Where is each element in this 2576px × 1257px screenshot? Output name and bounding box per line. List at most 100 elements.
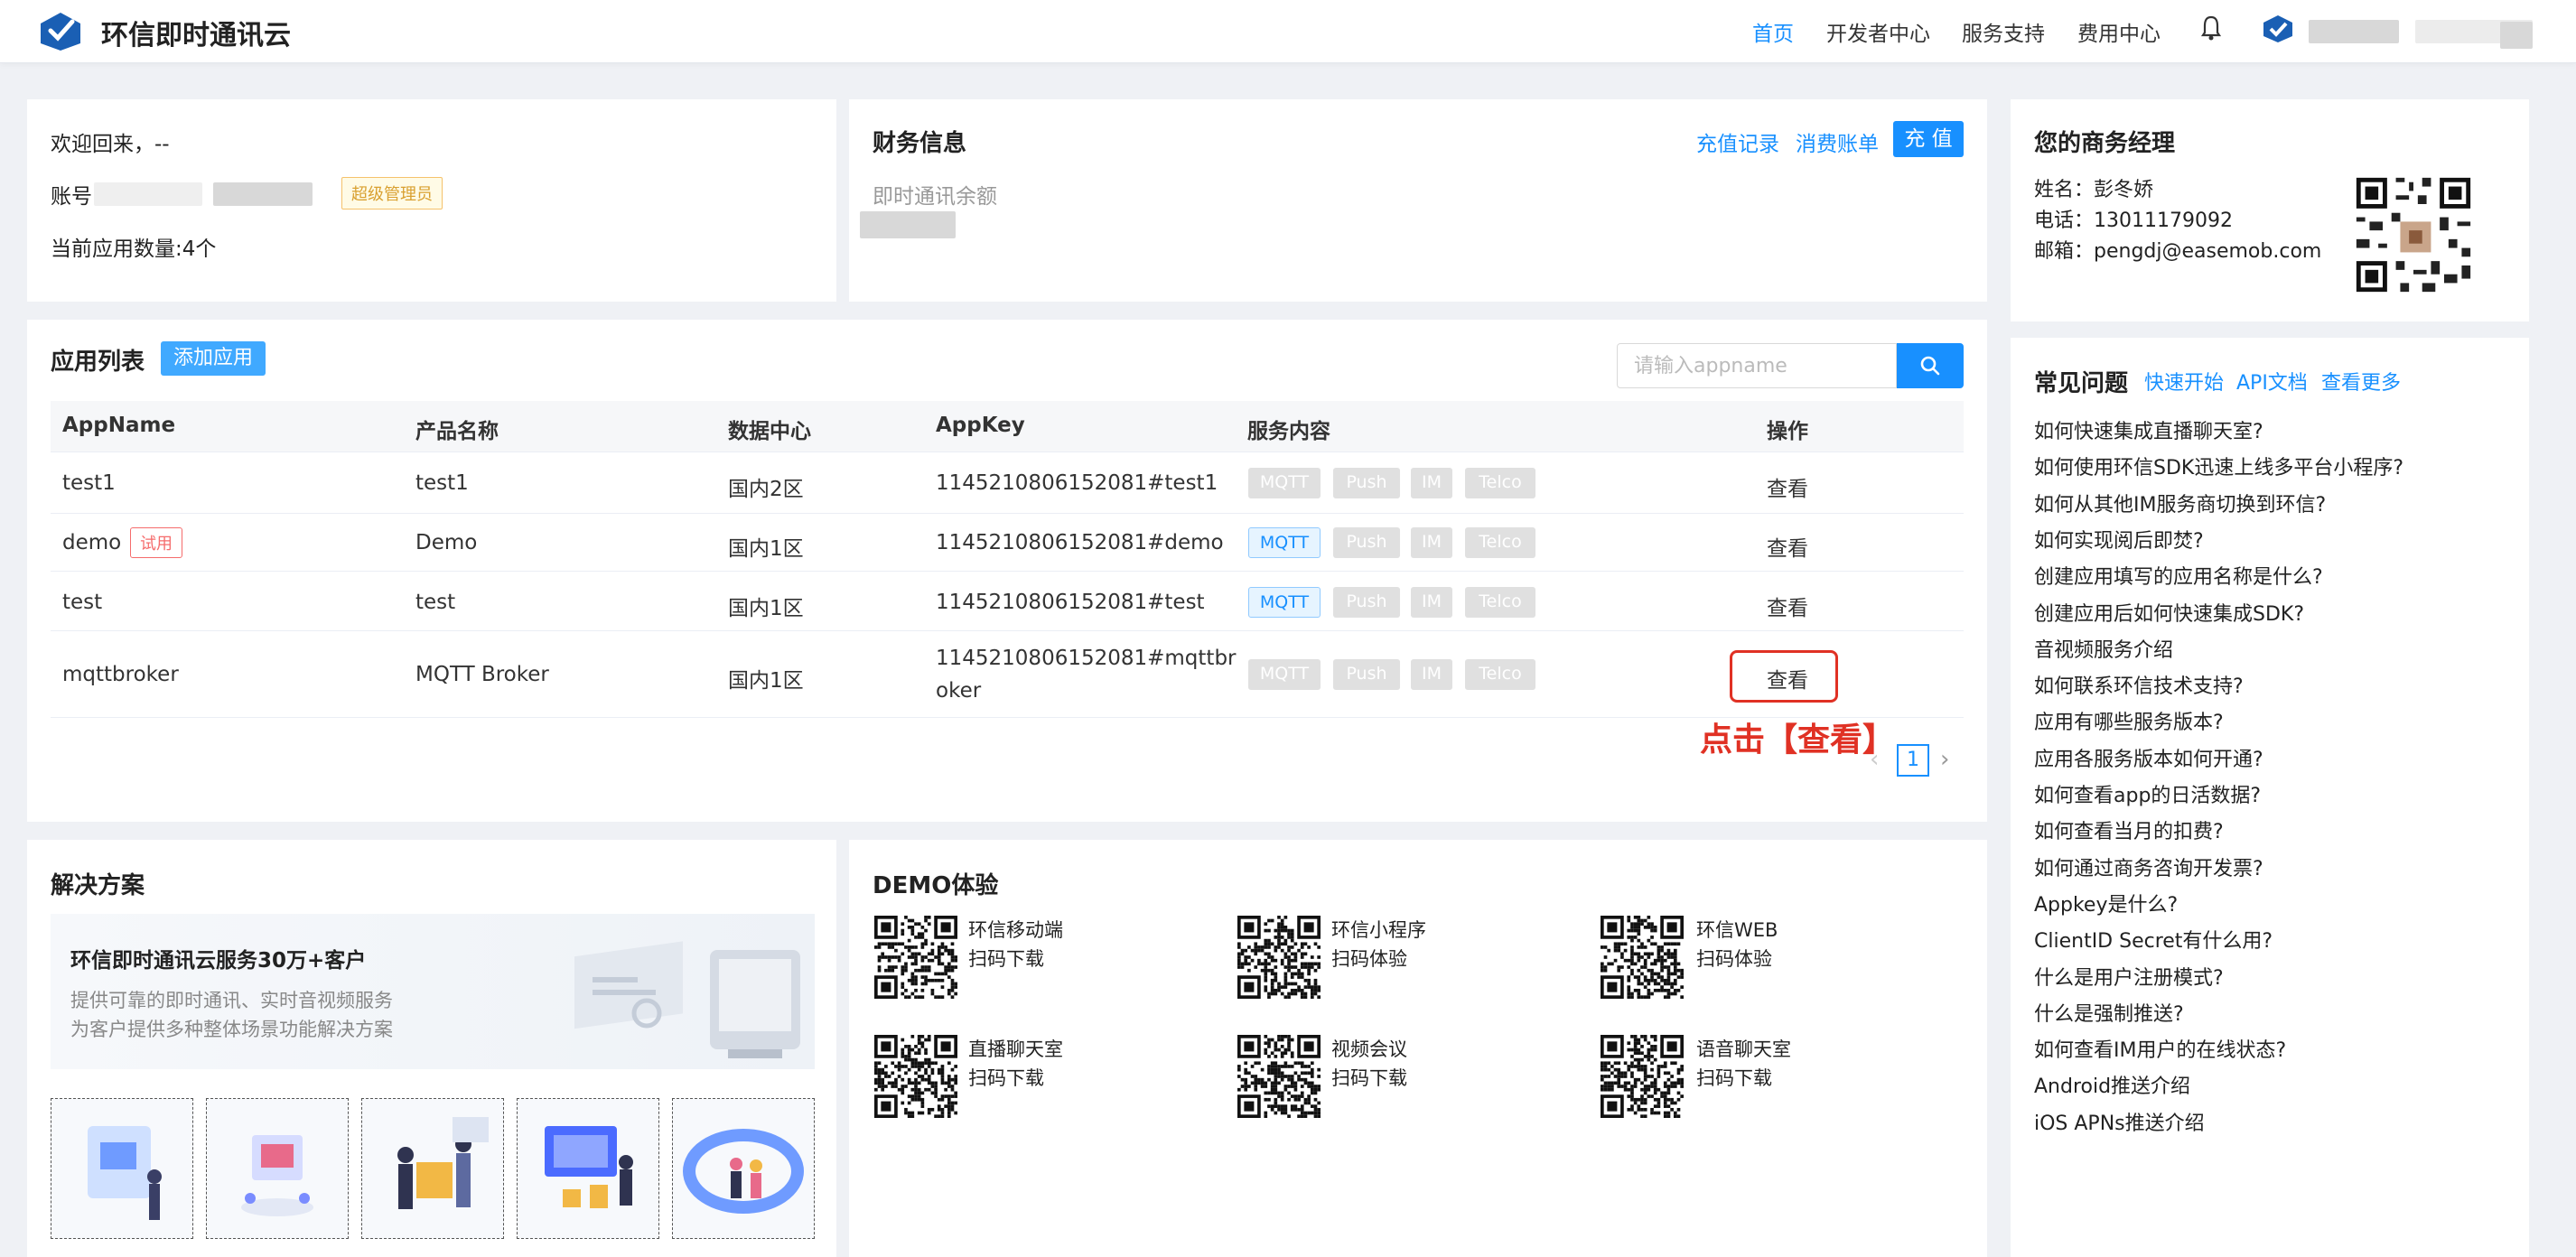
col-appkey: AppKey [936, 414, 1025, 437]
faq-question-link[interactable]: 如何查看IM用户的在线状态? [2034, 1034, 2286, 1063]
username-blurred [2309, 20, 2399, 43]
faq-question-link[interactable]: 如何实现阅后即焚? [2034, 525, 2204, 554]
faq-question-link[interactable]: 如何联系环信技术支持? [2034, 670, 2244, 699]
bell-icon[interactable] [2200, 14, 2222, 42]
nav-billing-center[interactable]: 费用中心 [2077, 16, 2161, 47]
row3-svc-telco: Telco [1465, 587, 1535, 618]
manager-qr-code-icon [2352, 173, 2475, 296]
search-button[interactable] [1897, 343, 1964, 388]
row1-svc-im: IM [1411, 468, 1452, 498]
appname-search-input[interactable] [1617, 343, 1897, 388]
view-highlight-box [1730, 650, 1838, 703]
row2-view-link[interactable]: 查看 [1767, 531, 1808, 562]
promo-line2: 为客户提供多种整体场景功能解决方案 [70, 1019, 393, 1040]
demo-qr-code-icon [1601, 916, 1684, 999]
pager-next-icon[interactable]: › [1940, 746, 1949, 773]
search-icon [1920, 356, 1940, 376]
faq-quick-start-link[interactable]: 快速开始 [2144, 367, 2224, 396]
faq-question-link[interactable]: 创建应用后如何快速集成SDK? [2034, 598, 2304, 627]
demo-item-action: 扫码体验 [1331, 948, 1407, 970]
row4-svc-push: Push [1333, 659, 1400, 690]
row3-appkey: 1145210806152081#test [936, 591, 1205, 614]
solution-thumb-3[interactable] [361, 1098, 504, 1239]
col-appname: AppName [62, 414, 176, 437]
faq-api-docs-link[interactable]: API文档 [2236, 367, 2308, 396]
solution-thumb-2[interactable] [206, 1098, 349, 1239]
row4-appkey-line2: oker [936, 679, 982, 703]
demo-qr-code-icon [1237, 916, 1321, 999]
trial-tag: 试用 [130, 527, 182, 558]
demo-qr-code-icon [1601, 1035, 1684, 1118]
faq-question-link[interactable]: 如何通过商务咨询开发票? [2034, 852, 2263, 881]
faq-title: 常见问题 [2034, 370, 2129, 397]
faq-more-link[interactable]: 查看更多 [2321, 367, 2401, 396]
faq-question-link[interactable]: 如何从其他IM服务商切换到环信? [2034, 489, 2326, 517]
bills-link[interactable]: 消费账单 [1796, 126, 1879, 157]
nav-service-support[interactable]: 服务支持 [1962, 16, 2045, 47]
finance-title: 财务信息 [873, 130, 967, 157]
col-actions: 操作 [1767, 420, 1808, 443]
nav-developer-center[interactable]: 开发者中心 [1826, 16, 1930, 47]
row3-view-link[interactable]: 查看 [1767, 591, 1808, 621]
demo-item-name: 语音聊天室 [1696, 1038, 1791, 1060]
solution-thumb-4[interactable] [517, 1098, 659, 1239]
manager-email: 邮箱：pengdj@easemob.com [2034, 240, 2322, 263]
solution-illustration-icon [545, 1126, 633, 1208]
dropdown-blurred [2500, 22, 2533, 49]
faq-question-link[interactable]: Android推送介绍 [2034, 1070, 2190, 1099]
faq-question-link[interactable]: 如何查看当月的扣费? [2034, 815, 2224, 844]
pager-page-1[interactable]: 1 [1897, 744, 1929, 777]
row3-svc-mqtt: MQTT [1248, 587, 1321, 618]
add-app-button[interactable]: 添加应用 [161, 341, 266, 376]
promo-line1: 提供可靠的即时通讯、实时音视频服务 [70, 990, 393, 1011]
demo-item-name: 视频会议 [1331, 1038, 1407, 1060]
row2-svc-im: IM [1411, 527, 1452, 558]
col-product-name: 产品名称 [415, 420, 499, 443]
nav-home[interactable]: 首页 [1752, 16, 1794, 47]
faq-question-link[interactable]: Appkey是什么? [2034, 889, 2178, 917]
balance-label: 即时通讯余额 [873, 185, 997, 209]
demo-qr-code-icon [1237, 1035, 1321, 1118]
faq-question-link[interactable]: 如何使用环信SDK迅速上线多平台小程序? [2034, 452, 2403, 480]
solution-illustration-icon [397, 1117, 489, 1209]
recharge-record-link[interactable]: 充值记录 [1696, 126, 1779, 157]
faq-question-link[interactable]: 音视频服务介绍 [2034, 634, 2173, 663]
col-services: 服务内容 [1247, 420, 1330, 443]
pager-prev-icon[interactable]: ‹ [1870, 746, 1879, 773]
faq-question-link[interactable]: 应用有哪些服务版本? [2034, 706, 2224, 735]
balance-blurred [860, 211, 956, 238]
super-admin-tag: 超级管理员 [341, 177, 443, 210]
row2-dc: 国内1区 [728, 537, 804, 561]
demo-qr-code-icon [874, 1035, 957, 1118]
solution-thumb-1[interactable] [51, 1098, 193, 1239]
row2-appkey: 1145210806152081#demo [936, 531, 1224, 554]
faq-question-link[interactable]: 应用各服务版本如何开通? [2034, 743, 2263, 772]
brand-name: 环信即时通讯云 [101, 20, 291, 51]
faq-question-link[interactable]: iOS APNs推送介绍 [2034, 1107, 2205, 1136]
recharge-button[interactable]: 充 值 [1893, 121, 1964, 157]
solution-illustration-icon [241, 1135, 313, 1216]
account-id-blurred [94, 182, 202, 206]
user-avatar-icon[interactable] [2262, 14, 2294, 43]
faq-question-link[interactable]: 如何查看app的日活数据? [2034, 779, 2261, 808]
row4-svc-mqtt: MQTT [1248, 659, 1321, 690]
faq-question-link[interactable]: 什么是强制推送? [2034, 998, 2184, 1027]
row4-appkey-line1: 1145210806152081#mqttbr [936, 647, 1237, 670]
welcome-greeting: 欢迎回来，-- [51, 133, 170, 156]
row2-product: Demo [415, 531, 478, 554]
faq-question-link[interactable]: 创建应用填写的应用名称是什么? [2034, 561, 2323, 590]
promo-title: 环信即时通讯云服务30万+客户 [70, 949, 367, 973]
row3-appname: test [62, 591, 103, 614]
solutions-promo-banner[interactable]: 环信即时通讯云服务30万+客户 提供可靠的即时通讯、实时音视频服务 为客户提供多… [51, 914, 815, 1069]
row1-view-link[interactable]: 查看 [1767, 471, 1808, 502]
row2-svc-telco: Telco [1465, 527, 1535, 558]
demo-item-name: 环信WEB [1696, 919, 1778, 941]
faq-question-link[interactable]: 什么是用户注册模式? [2034, 962, 2224, 991]
faq-question-link[interactable]: 如何快速集成直播聊天室? [2034, 415, 2263, 444]
faq-question-link[interactable]: ClientID Secret有什么用? [2034, 925, 2273, 954]
row1-product: test1 [415, 471, 469, 495]
solution-thumb-5[interactable] [672, 1098, 815, 1239]
manager-title: 您的商务经理 [2034, 130, 2176, 157]
click-view-annotation: 点击【查看】 [1700, 722, 1896, 759]
row1-appkey: 1145210806152081#test1 [936, 471, 1218, 495]
